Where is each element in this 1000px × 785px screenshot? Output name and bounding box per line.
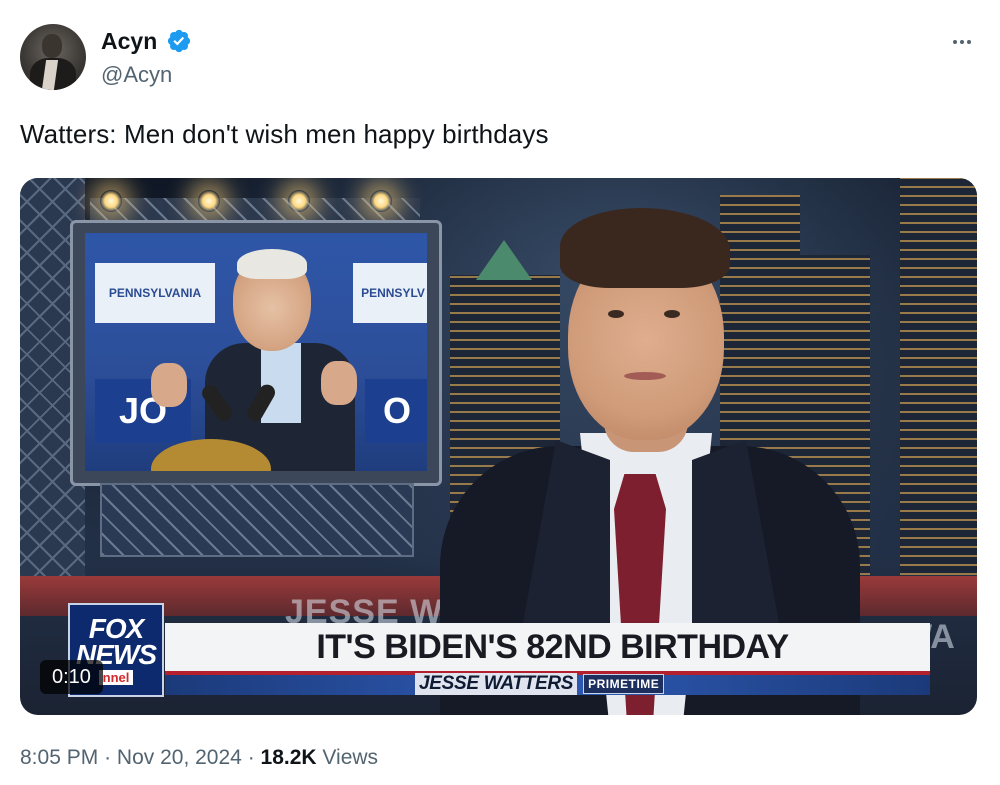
host-eye: [664, 310, 680, 318]
more-horizontal-icon: [953, 40, 957, 44]
more-horizontal-icon: [960, 40, 964, 44]
video-duration-badge: 0:10: [40, 660, 103, 694]
studio-light: [100, 190, 122, 212]
background-spire: [476, 240, 532, 280]
author-avatar[interactable]: [20, 24, 86, 90]
tweet-time[interactable]: 8:05 PM: [20, 746, 98, 769]
studio-light: [288, 190, 310, 212]
views-count: 18.2K: [260, 746, 317, 769]
video-player[interactable]: PENNSYLVANIA PENNSYLV JO O JESSE W WA IT…: [20, 178, 977, 715]
tweet-metadata: 8:05 PM · Nov 20, 2024 · 18.2K Views: [20, 746, 378, 770]
views-label: Views: [322, 746, 379, 769]
speaker-hair: [237, 249, 307, 279]
tweet-date[interactable]: Nov 20, 2024: [117, 746, 242, 769]
studio-light: [370, 190, 392, 212]
monitor-screen: PENNSYLVANIA PENNSYLV JO O: [85, 233, 427, 471]
speaker-hand: [151, 363, 187, 407]
host-eye: [608, 310, 624, 318]
rally-sign: PENNSYLVANIA: [95, 263, 215, 323]
host-mouth: [624, 372, 666, 380]
studio-monitor: PENNSYLVANIA PENNSYLV JO O: [70, 220, 442, 486]
show-name: JESSE WATTERS: [415, 673, 578, 695]
rally-sign: PENNSYLV: [353, 263, 427, 323]
network-logo-bottom: nnel: [98, 669, 134, 685]
verified-badge-icon: [167, 29, 191, 53]
speaker-hand: [321, 361, 357, 405]
show-label: JESSE WATTERS PRIMETIME: [415, 673, 665, 695]
meta-separator: ·: [104, 746, 112, 769]
meta-separator: ·: [247, 746, 255, 769]
more-horizontal-icon: [967, 40, 971, 44]
speaker-shirt: [261, 343, 301, 423]
more-options-button[interactable]: [946, 26, 978, 58]
show-tag: PRIMETIME: [583, 674, 665, 694]
monitor-base: [100, 483, 414, 557]
rally-sign: O: [365, 379, 427, 443]
background-building: [900, 178, 977, 575]
studio-light: [198, 190, 220, 212]
chyron-headline: IT'S BIDEN'S 82ND BIRTHDAY: [316, 627, 789, 666]
author-handle[interactable]: @Acyn: [101, 62, 172, 88]
avatar-head: [42, 34, 62, 58]
host-hair: [560, 208, 730, 288]
tweet-text: Watters: Men don't wish men happy birthd…: [20, 119, 549, 149]
network-logo-top: FOX: [88, 612, 145, 644]
author-name[interactable]: Acyn: [101, 28, 157, 55]
